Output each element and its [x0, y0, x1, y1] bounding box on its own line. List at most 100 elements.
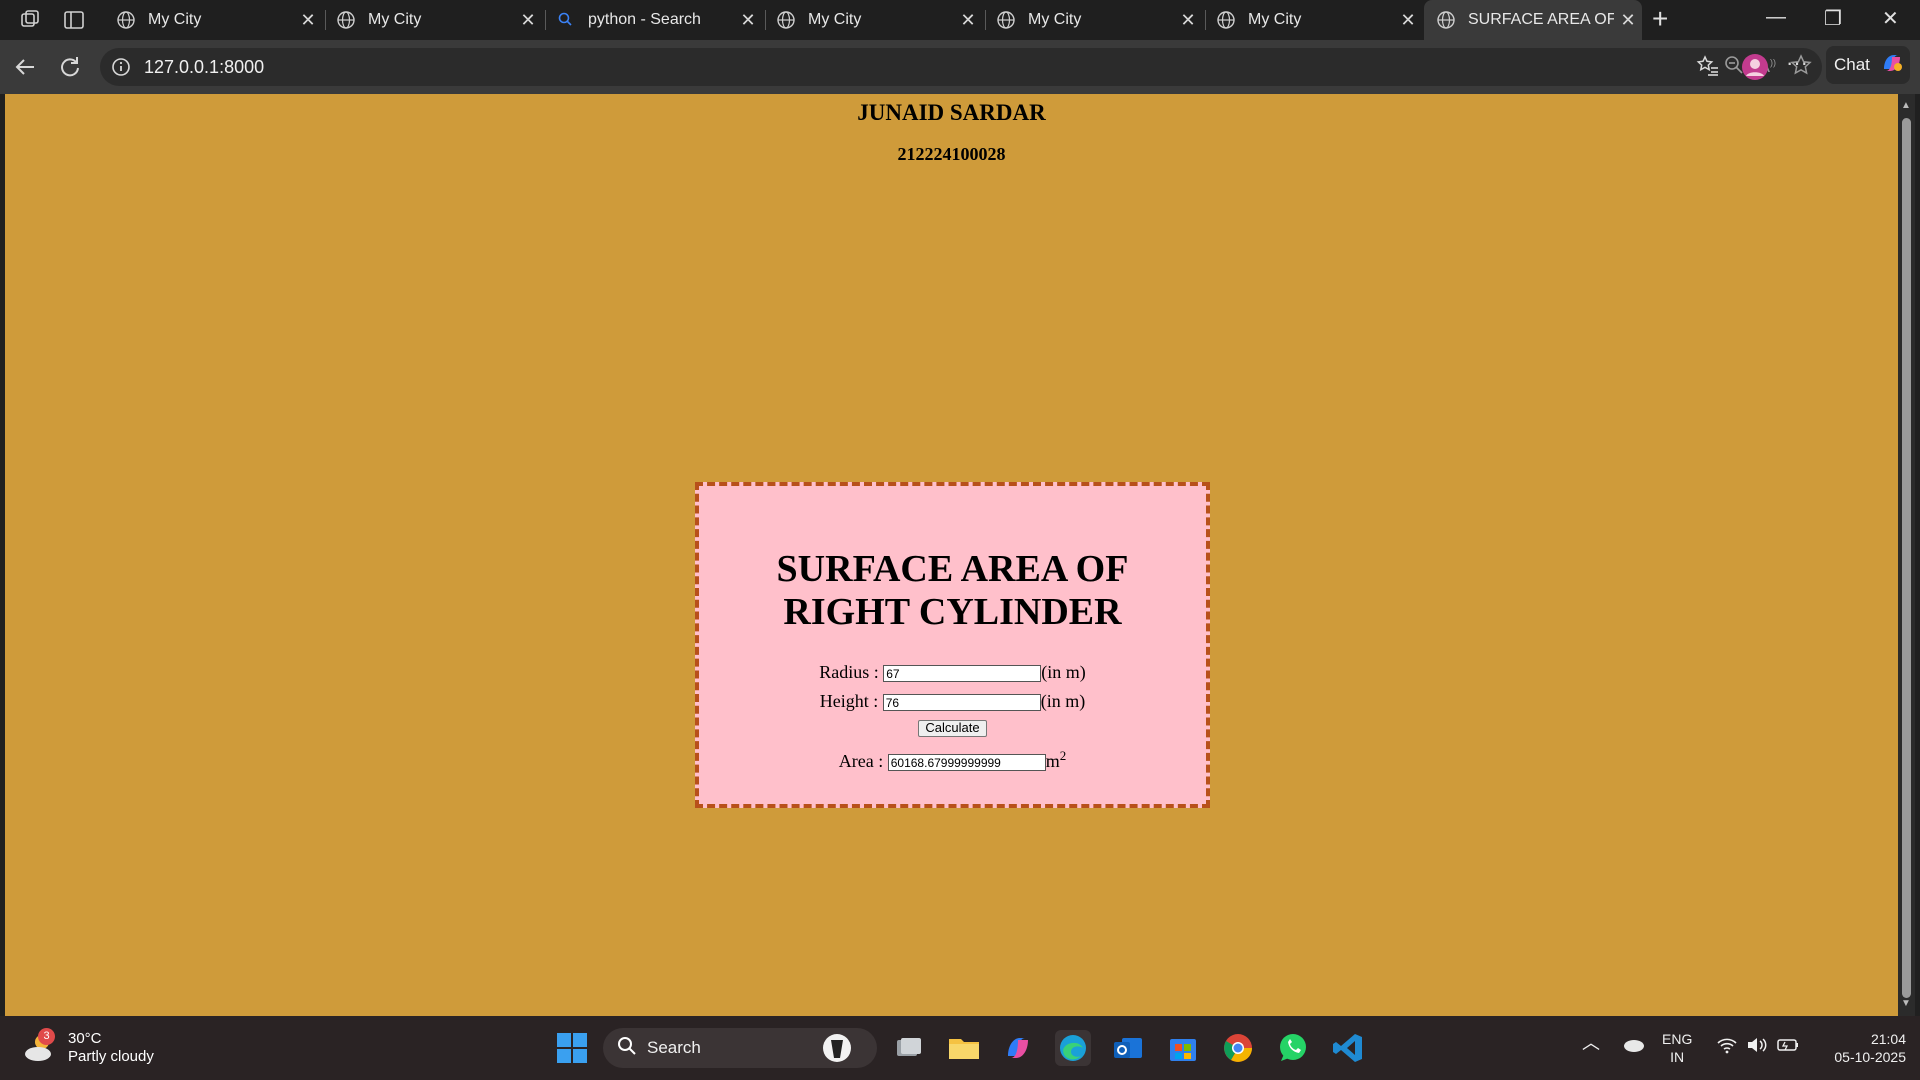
edge-browser-icon[interactable]: [1055, 1030, 1091, 1066]
weather-condition: Partly cloudy: [68, 1048, 154, 1065]
chat-label: Chat: [1834, 55, 1870, 74]
back-icon[interactable]: [12, 54, 38, 85]
search-highlight-icon: [821, 1032, 853, 1069]
close-tab-icon[interactable]: ✕: [734, 10, 762, 31]
tab-title: My City: [1248, 11, 1302, 28]
address-bar[interactable]: 127.0.0.1:8000 A)): [100, 48, 1822, 86]
globe-icon: [1216, 10, 1236, 30]
refresh-icon[interactable]: [56, 54, 82, 85]
outlook-icon[interactable]: [1110, 1030, 1146, 1066]
favorites-icon[interactable]: [1696, 54, 1720, 83]
tab[interactable]: My City ✕: [1204, 0, 1422, 40]
whatsapp-icon[interactable]: [1275, 1030, 1311, 1066]
vscode-icon[interactable]: [1330, 1030, 1366, 1066]
search-icon: [556, 10, 576, 30]
minimize-icon[interactable]: —: [1766, 6, 1786, 29]
area-row: Area : m2: [699, 748, 1206, 772]
title-line-1: SURFACE AREA OF: [776, 548, 1129, 590]
close-tab-icon[interactable]: ✕: [1174, 10, 1202, 31]
search-label: Search: [647, 1038, 701, 1057]
onedrive-icon[interactable]: [1622, 1034, 1646, 1058]
chrome-icon[interactable]: [1220, 1030, 1256, 1066]
radius-input[interactable]: [883, 665, 1042, 683]
wifi-icon[interactable]: [1716, 1036, 1738, 1058]
area-output[interactable]: [887, 754, 1046, 772]
close-tab-icon[interactable]: ✕: [1394, 10, 1422, 31]
profile-avatar[interactable]: [1740, 52, 1770, 87]
new-tab-icon[interactable]: +: [1652, 4, 1668, 34]
restore-icon[interactable]: ❐: [1824, 6, 1842, 31]
tab-title: SURFACE AREA OF RI: [1468, 11, 1614, 28]
close-tab-icon[interactable]: ✕: [514, 10, 542, 31]
height-input[interactable]: [882, 694, 1041, 712]
tab[interactable]: My City ✕: [984, 0, 1202, 40]
clock-date: 05-10-2025: [1834, 1049, 1906, 1065]
tab[interactable]: My City ✕: [764, 0, 982, 40]
height-unit: (in m): [1040, 691, 1086, 711]
weather-badge: 3: [38, 1028, 55, 1045]
scroll-down-icon[interactable]: ▼: [1901, 998, 1911, 1009]
task-view-icon[interactable]: [891, 1030, 927, 1066]
page-title: SURFACE AREA OF RIGHT CYLINDER: [699, 548, 1206, 634]
volume-icon[interactable]: [1746, 1036, 1768, 1058]
vertical-tabs-icon[interactable]: [62, 8, 86, 32]
author-id: 212224100028: [897, 144, 1006, 164]
height-row: Height : (in m): [699, 691, 1206, 712]
url-text[interactable]: 127.0.0.1:8000: [144, 57, 1723, 78]
globe-icon: [996, 10, 1016, 30]
browser-toolbar: 127.0.0.1:8000 A)) ···: [0, 40, 1920, 94]
copilot-chat-button[interactable]: Chat: [1826, 46, 1910, 84]
taskbar-search[interactable]: Search: [603, 1028, 877, 1068]
close-tab-icon[interactable]: ✕: [1614, 10, 1642, 31]
globe-icon: [776, 10, 796, 30]
radius-unit: (in m): [1041, 662, 1086, 682]
tab-active[interactable]: SURFACE AREA OF RI ✕: [1424, 0, 1642, 40]
search-icon: [617, 1036, 637, 1061]
microsoft-store-icon[interactable]: [1165, 1030, 1201, 1066]
globe-icon: [336, 10, 356, 30]
clock-time: 21:04: [1870, 1031, 1906, 1047]
battery-icon[interactable]: [1776, 1036, 1800, 1058]
calculate-button[interactable]: Calculate: [918, 719, 987, 737]
language-indicator[interactable]: ENG IN: [1662, 1030, 1692, 1066]
workspaces-icon[interactable]: [18, 8, 42, 32]
site-info-icon[interactable]: [110, 56, 132, 78]
close-window-icon[interactable]: ✕: [1882, 6, 1899, 31]
more-options-icon[interactable]: ···: [1786, 50, 1808, 76]
weather-temp: 30°C: [68, 1030, 102, 1047]
page-scrollbar[interactable]: ▲ ▼: [1898, 94, 1915, 1016]
scroll-thumb[interactable]: [1902, 118, 1911, 998]
lang-bottom: IN: [1670, 1049, 1685, 1065]
show-hidden-icons-icon[interactable]: ︿: [1582, 1034, 1600, 1052]
tab-title: My City: [148, 11, 202, 28]
weather-widget[interactable]: 3 30°C Partly cloudy: [22, 1028, 154, 1066]
height-label: Height :: [819, 691, 879, 711]
page-viewport: JUNAID SARDAR 212224100028 SURFACE AREA …: [5, 94, 1898, 1016]
partly-cloudy-icon: 3: [22, 1028, 60, 1066]
tab-title: My City: [1028, 11, 1082, 28]
lang-top: ENG: [1662, 1031, 1693, 1047]
browser-title-bar: My City ✕ My City ✕ python - Search ✕ My…: [0, 0, 1920, 40]
windows-start-icon[interactable]: [554, 1030, 590, 1066]
globe-icon: [116, 10, 136, 30]
author-name: JUNAID SARDAR: [857, 100, 1046, 125]
close-tab-icon[interactable]: ✕: [954, 10, 982, 31]
radius-label: Radius :: [819, 662, 879, 682]
area-unit: m: [1045, 751, 1060, 771]
copilot-icon: [1878, 49, 1906, 82]
tab-title: My City: [368, 11, 422, 28]
windows-taskbar: 3 30°C Partly cloudy Search ︿ ENG IN 21:…: [0, 1016, 1920, 1080]
file-explorer-icon[interactable]: [946, 1030, 982, 1066]
tab[interactable]: python - Search ✕: [544, 0, 762, 40]
area-label: Area :: [838, 751, 884, 771]
close-tab-icon[interactable]: ✕: [294, 10, 322, 31]
clock[interactable]: 21:04 05-10-2025: [1816, 1030, 1906, 1066]
calculator-card: SURFACE AREA OF RIGHT CYLINDER Radius : …: [695, 482, 1210, 808]
tab[interactable]: My City ✕: [324, 0, 542, 40]
tab[interactable]: My City ✕: [104, 0, 322, 40]
scroll-up-icon[interactable]: ▲: [1901, 100, 1911, 111]
title-line-2: RIGHT CYLINDER: [783, 591, 1122, 633]
tab-title: My City: [808, 11, 862, 28]
area-exponent: 2: [1059, 748, 1067, 763]
copilot-app-icon[interactable]: [1000, 1030, 1036, 1066]
